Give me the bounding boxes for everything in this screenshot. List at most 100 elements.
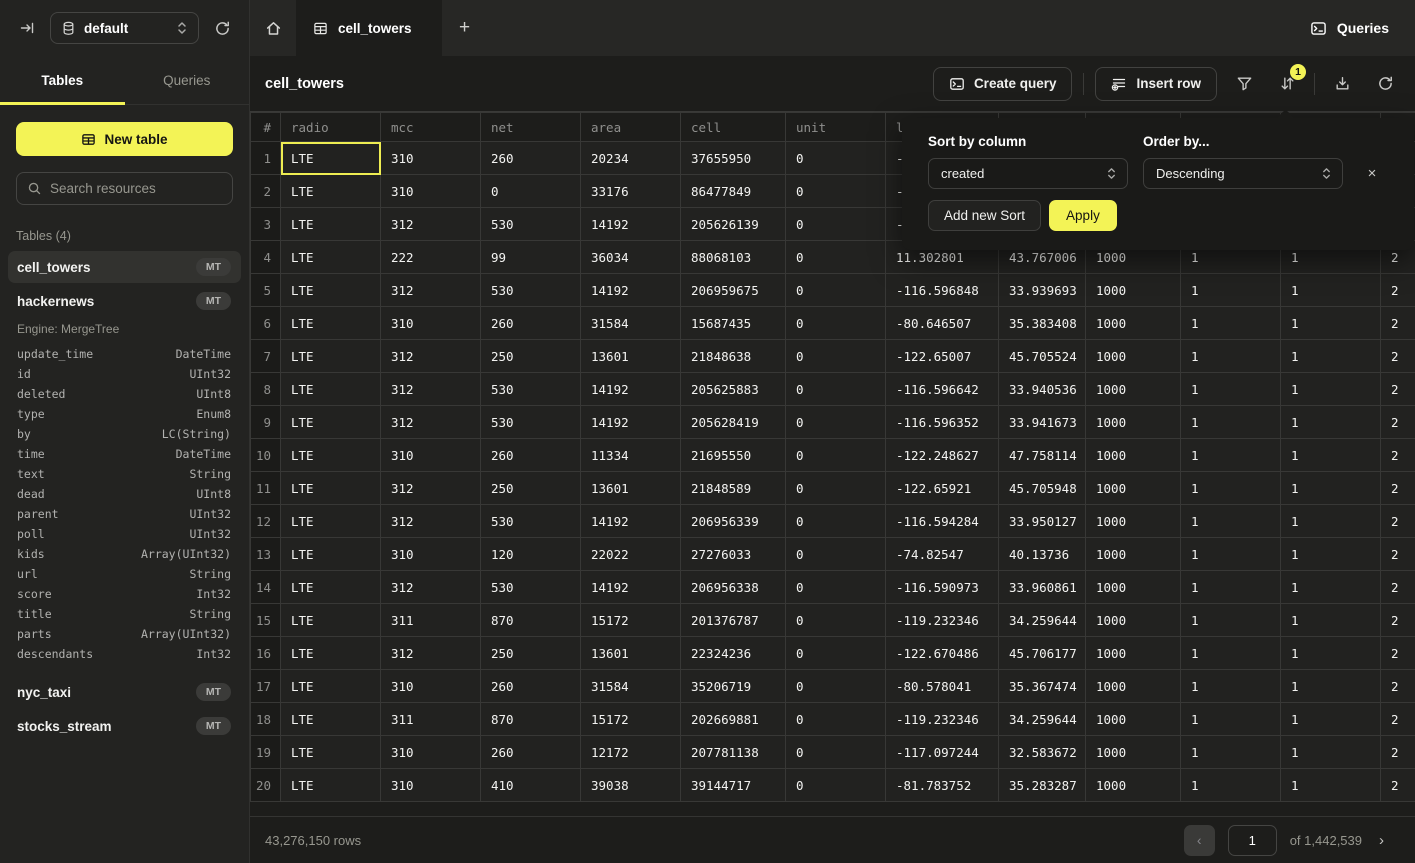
grid-cell[interactable]: 0 [786, 505, 886, 538]
grid-cell[interactable]: 312 [381, 406, 481, 439]
grid-cell[interactable]: 530 [481, 571, 581, 604]
grid-cell[interactable]: 1 [1181, 769, 1281, 802]
grid-cell[interactable]: -119.232346 [886, 604, 999, 637]
grid-cell[interactable]: 35206719 [681, 670, 786, 703]
sidebar-table-nyc_taxi[interactable]: nyc_taxiMT [8, 676, 241, 708]
grid-cell[interactable]: 2 [1381, 736, 1415, 769]
grid-cell[interactable]: 35.283287 [999, 769, 1086, 802]
grid-cell[interactable]: 201376787 [681, 604, 786, 637]
grid-cell[interactable]: 0 [786, 241, 886, 274]
grid-cell[interactable]: 1 [1281, 637, 1381, 670]
grid-cell[interactable]: LTE [281, 439, 381, 472]
grid-cell[interactable]: 99 [481, 241, 581, 274]
grid-cell[interactable]: 1 [1181, 274, 1281, 307]
grid-cell[interactable]: 311 [381, 604, 481, 637]
grid-cell[interactable]: 0 [786, 571, 886, 604]
row-number[interactable]: 12 [251, 505, 281, 538]
filter-icon[interactable] [1228, 68, 1260, 100]
grid-cell[interactable]: 1000 [1086, 307, 1181, 340]
database-selector[interactable]: default [50, 12, 199, 44]
row-number[interactable]: 17 [251, 670, 281, 703]
grid-cell[interactable]: 1000 [1086, 472, 1181, 505]
grid-cell[interactable]: 1 [1181, 571, 1281, 604]
grid-cell[interactable]: 0 [786, 439, 886, 472]
grid-cell[interactable]: 13601 [581, 472, 681, 505]
grid-cell[interactable]: 2 [1381, 373, 1415, 406]
grid-cell[interactable]: 2 [1381, 538, 1415, 571]
grid-cell[interactable]: 0 [786, 769, 886, 802]
grid-cell[interactable]: 1 [1281, 538, 1381, 571]
grid-cell[interactable]: -116.590973 [886, 571, 999, 604]
grid-cell[interactable]: 1 [1281, 505, 1381, 538]
grid-cell[interactable]: 31584 [581, 670, 681, 703]
grid-cell[interactable]: -122.65007 [886, 340, 999, 373]
grid-cell[interactable]: 35.383408 [999, 307, 1086, 340]
grid-cell[interactable]: 410 [481, 769, 581, 802]
grid-cell[interactable]: 1000 [1086, 373, 1181, 406]
grid-cell[interactable]: 32.583672 [999, 736, 1086, 769]
grid-cell[interactable]: 1 [1181, 637, 1281, 670]
grid-cell[interactable]: 15687435 [681, 307, 786, 340]
prev-page-button[interactable]: ‹ [1184, 825, 1215, 856]
refresh-connection-icon[interactable] [207, 13, 237, 43]
grid-cell[interactable]: 39144717 [681, 769, 786, 802]
column-header-unit[interactable]: unit [786, 113, 886, 142]
grid-cell[interactable]: 0 [786, 406, 886, 439]
grid-cell[interactable]: LTE [281, 208, 381, 241]
grid-cell[interactable]: 45.705524 [999, 340, 1086, 373]
grid-cell[interactable]: 33176 [581, 175, 681, 208]
grid-cell[interactable]: 205626139 [681, 208, 786, 241]
grid-cell[interactable]: 0 [786, 340, 886, 373]
grid-cell[interactable]: LTE [281, 307, 381, 340]
grid-cell[interactable]: 311 [381, 703, 481, 736]
grid-cell[interactable]: 1 [1281, 670, 1381, 703]
grid-cell[interactable]: LTE [281, 142, 381, 175]
grid-cell[interactable]: 1 [1281, 340, 1381, 373]
grid-cell[interactable]: 222 [381, 241, 481, 274]
grid-cell[interactable]: 1 [1181, 736, 1281, 769]
grid-cell[interactable]: 1 [1181, 439, 1281, 472]
grid-cell[interactable]: 1 [1181, 340, 1281, 373]
grid-cell[interactable]: 0 [786, 142, 886, 175]
grid-cell[interactable]: 1000 [1086, 505, 1181, 538]
grid-cell[interactable]: LTE [281, 241, 381, 274]
grid-cell[interactable]: 33.939693 [999, 274, 1086, 307]
grid-cell[interactable]: 14192 [581, 373, 681, 406]
grid-cell[interactable]: 205625883 [681, 373, 786, 406]
grid-cell[interactable]: 1000 [1086, 604, 1181, 637]
grid-cell[interactable]: 86477849 [681, 175, 786, 208]
grid-cell[interactable]: 312 [381, 373, 481, 406]
grid-cell[interactable]: 0 [786, 637, 886, 670]
home-button[interactable] [250, 0, 296, 56]
grid-cell[interactable]: 13601 [581, 340, 681, 373]
grid-cell[interactable]: -117.097244 [886, 736, 999, 769]
column-header-cell[interactable]: cell [681, 113, 786, 142]
grid-cell[interactable]: LTE [281, 175, 381, 208]
grid-cell[interactable]: 2 [1381, 769, 1415, 802]
grid-cell[interactable]: LTE [281, 274, 381, 307]
row-number[interactable]: 9 [251, 406, 281, 439]
collapse-sidebar-icon[interactable] [12, 13, 42, 43]
create-query-button[interactable]: Create query [933, 67, 1073, 101]
grid-cell[interactable]: 310 [381, 175, 481, 208]
grid-cell[interactable]: 0 [786, 604, 886, 637]
grid-cell[interactable]: 250 [481, 637, 581, 670]
grid-cell[interactable]: 1 [1281, 703, 1381, 736]
grid-cell[interactable]: 206956338 [681, 571, 786, 604]
grid-cell[interactable]: 120 [481, 538, 581, 571]
apply-sort-button[interactable]: Apply [1049, 200, 1117, 231]
grid-cell[interactable]: -122.248627 [886, 439, 999, 472]
grid-cell[interactable]: 0 [786, 670, 886, 703]
grid-cell[interactable]: 1 [1281, 604, 1381, 637]
grid-cell[interactable]: 22022 [581, 538, 681, 571]
grid-cell[interactable]: LTE [281, 703, 381, 736]
grid-cell[interactable]: 310 [381, 538, 481, 571]
grid-cell[interactable]: -116.596642 [886, 373, 999, 406]
new-table-button[interactable]: New table [16, 122, 233, 156]
grid-cell[interactable]: 1000 [1086, 274, 1181, 307]
grid-cell[interactable]: 1 [1281, 373, 1381, 406]
grid-cell[interactable]: 1 [1281, 571, 1381, 604]
grid-cell[interactable]: 1000 [1086, 439, 1181, 472]
grid-cell[interactable]: 1000 [1086, 406, 1181, 439]
page-input[interactable] [1228, 825, 1277, 856]
